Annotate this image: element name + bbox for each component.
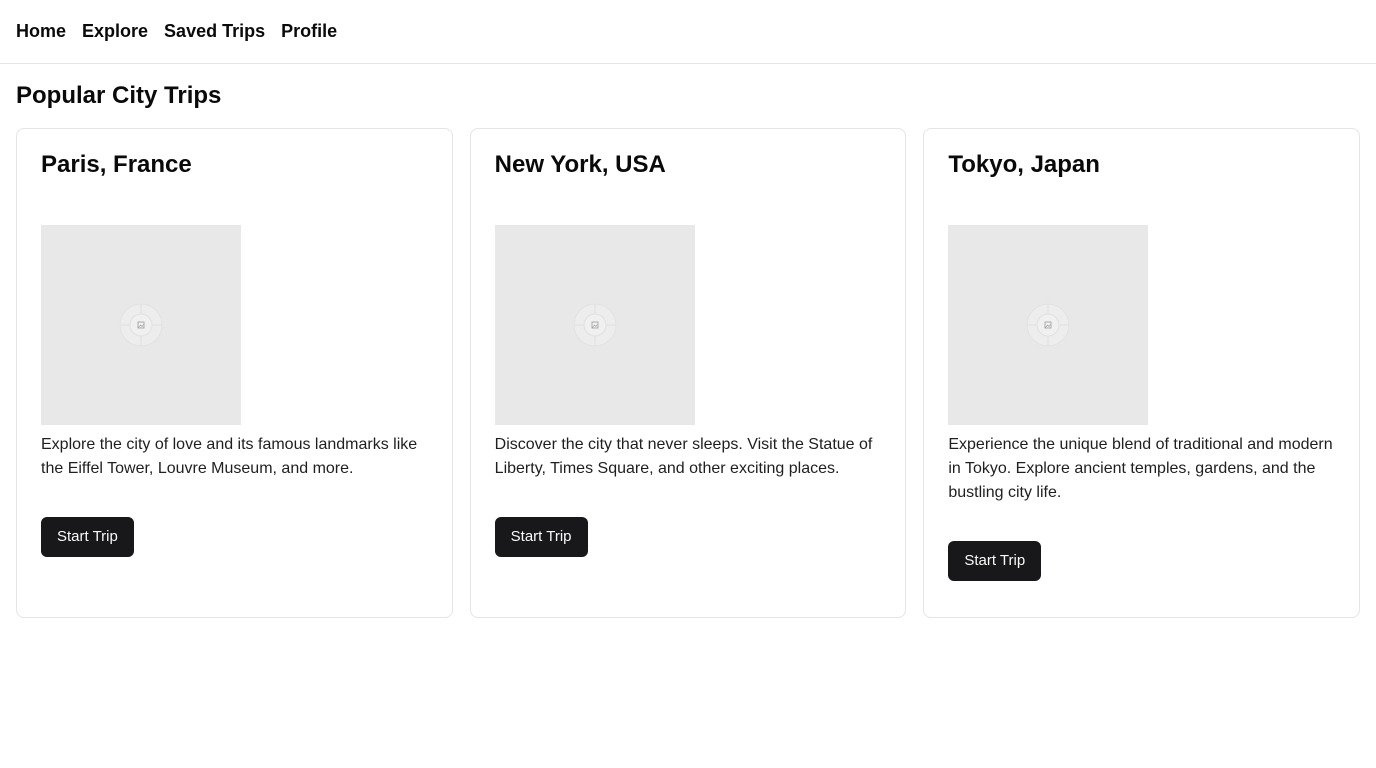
start-trip-button[interactable]: Start Trip [494, 517, 588, 557]
trip-card-paris: Paris, France Explore the city of love a… [16, 128, 453, 618]
page-title: Popular City Trips [16, 82, 222, 109]
card-title: New York, USA [494, 151, 666, 178]
trip-card-new-york: New York, USA Discover the city that nev… [469, 128, 907, 618]
nav-link-explore[interactable]: Explore [82, 21, 148, 42]
image-placeholder-icon [119, 303, 163, 347]
trip-card-tokyo: Tokyo, Japan Experience the unique blend… [923, 128, 1361, 618]
card-title: Paris, France [41, 151, 192, 178]
image-placeholder-icon [573, 303, 617, 347]
nav-link-home[interactable]: Home [16, 21, 66, 42]
card-description: Experience the unique blend of tradition… [948, 436, 1333, 501]
card-title: Tokyo, Japan [948, 151, 1100, 178]
city-image [494, 225, 695, 425]
city-image [41, 225, 241, 425]
main-content: Popular City Trips Paris, France Explore… [0, 64, 1376, 618]
top-navbar: Home Explore Saved Trips Profile [0, 0, 1376, 64]
city-image [948, 225, 1149, 425]
nav-link-saved-trips[interactable]: Saved Trips [164, 21, 265, 42]
start-trip-button[interactable]: Start Trip [948, 541, 1042, 581]
image-placeholder-icon [1026, 303, 1070, 347]
start-trip-button[interactable]: Start Trip [41, 517, 134, 557]
card-description: Explore the city of love and its famous … [41, 436, 418, 477]
nav-link-profile[interactable]: Profile [281, 21, 337, 42]
card-description: Discover the city that never sleeps. Vis… [494, 436, 873, 477]
trip-card-list: Paris, France Explore the city of love a… [16, 128, 1361, 618]
